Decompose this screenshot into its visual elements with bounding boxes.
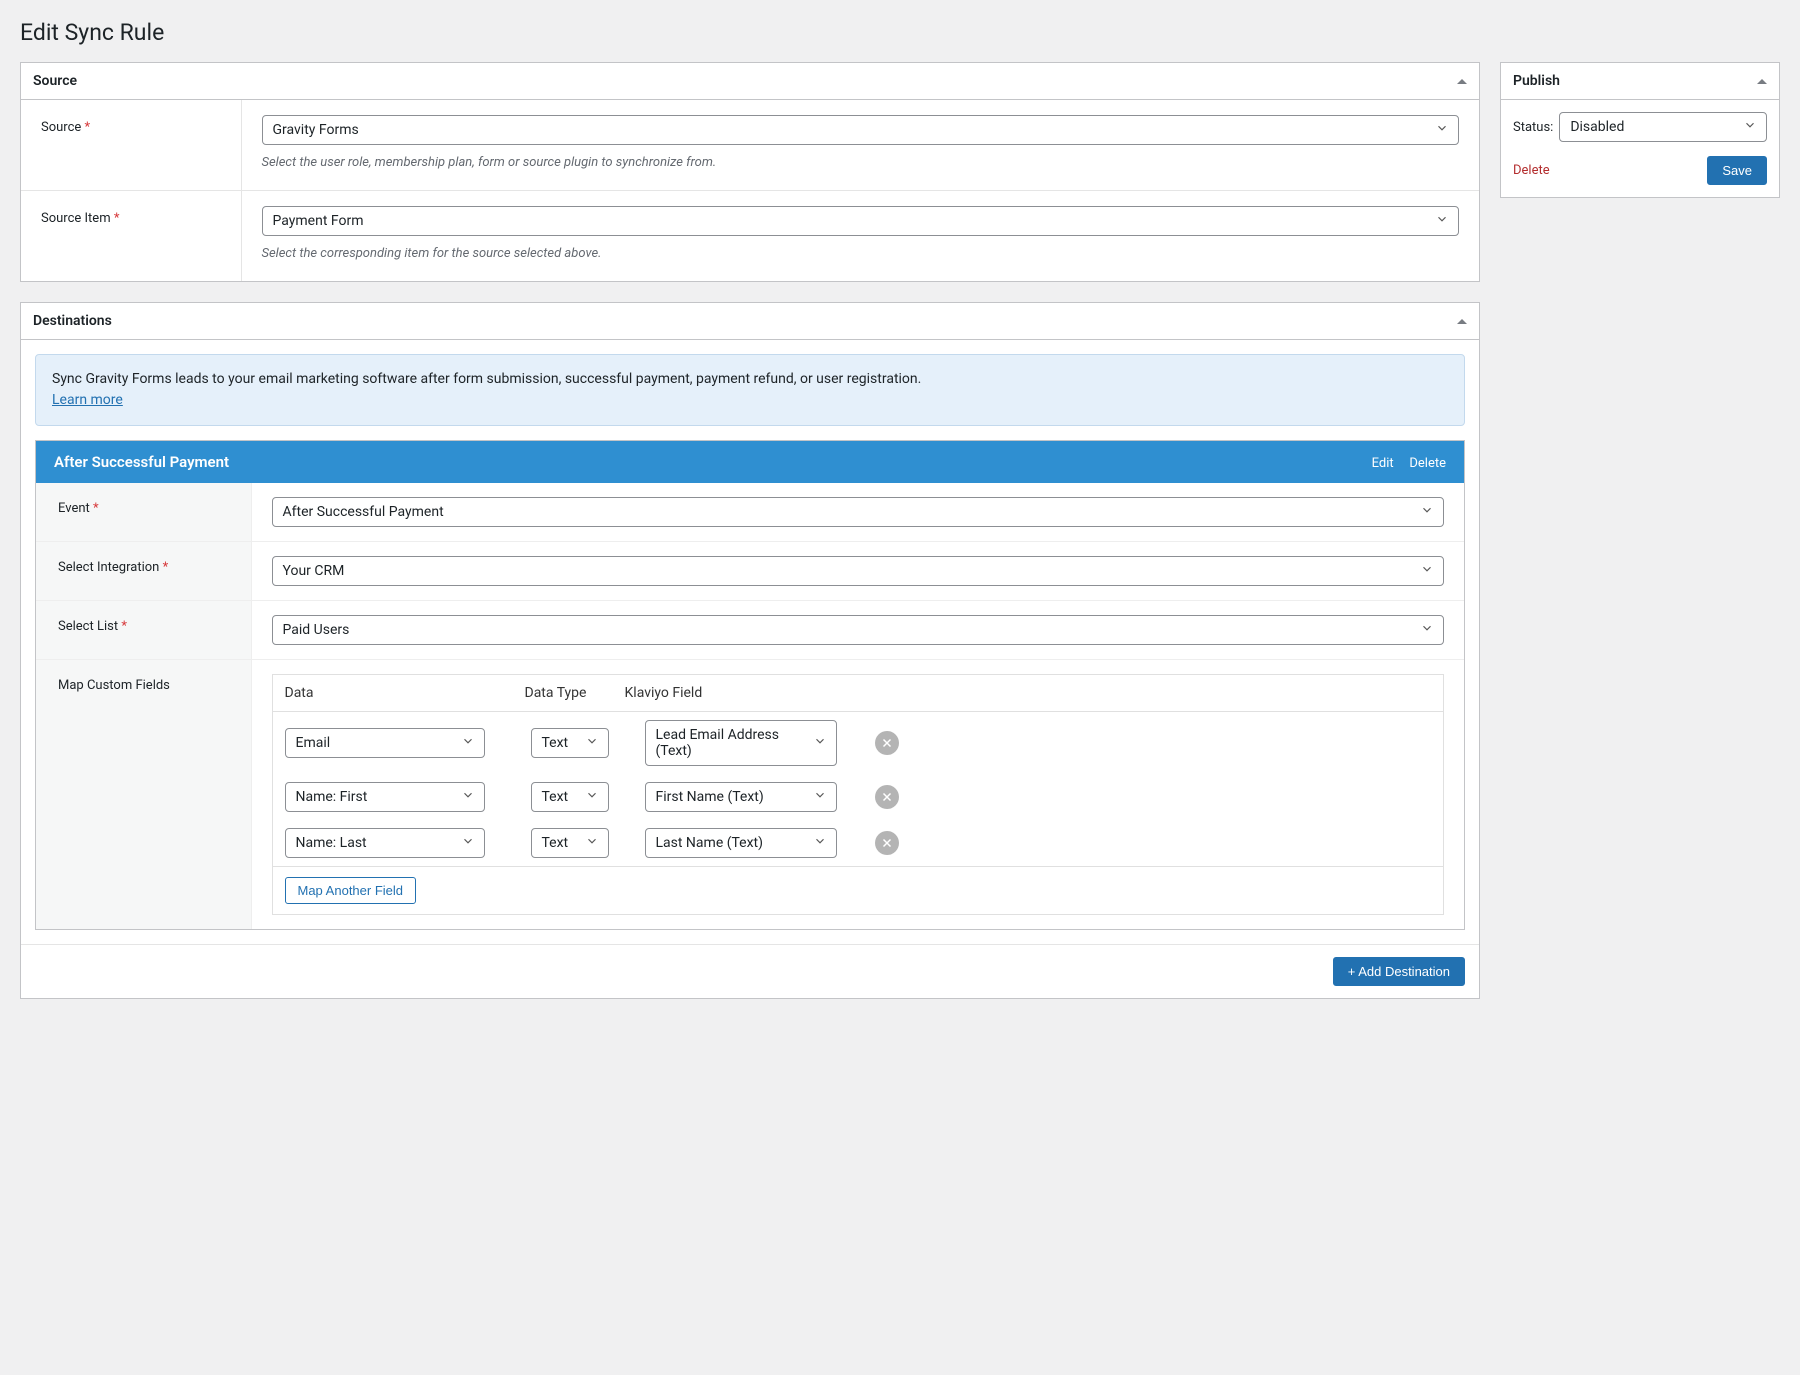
map-target-value: Lead Email Address (Text) [656, 727, 806, 759]
source-help: Select the user role, membership plan, f… [262, 155, 1460, 170]
map-target-select[interactable]: Lead Email Address (Text) [645, 720, 837, 766]
event-select[interactable]: After Successful Payment [272, 497, 1445, 527]
source-select[interactable]: Gravity Forms [262, 115, 1460, 145]
map-type-value: Text [542, 835, 569, 851]
map-data-select[interactable]: Name: First [285, 782, 485, 812]
map-type-value: Text [542, 789, 569, 805]
map-data-value: Name: First [296, 789, 368, 805]
required-marker: * [163, 560, 169, 575]
map-type-select[interactable]: Text [531, 828, 609, 858]
source-item-select[interactable]: Payment Form [262, 206, 1460, 236]
status-label: Status: [1513, 120, 1553, 135]
destination-title: After Successful Payment [54, 453, 229, 471]
map-type-select[interactable]: Text [531, 728, 609, 758]
remove-row-button[interactable] [875, 785, 899, 809]
map-row: Name: Last Text Last Name (Text) [273, 820, 1444, 866]
save-button[interactable]: Save [1707, 156, 1767, 185]
map-data-value: Email [296, 735, 331, 751]
integration-label: Select Integration [58, 560, 159, 575]
map-col-type: Data Type [525, 685, 625, 701]
status-select-value: Disabled [1570, 119, 1624, 135]
map-row: Email Text Lead Email Address (Text) [273, 712, 1444, 774]
map-fields-label: Map Custom Fields [58, 678, 170, 693]
integration-select-value: Your CRM [283, 563, 345, 579]
publish-panel: Publish Status: Disabled De [1500, 62, 1780, 198]
map-data-value: Name: Last [296, 835, 367, 851]
learn-more-link[interactable]: Learn more [52, 392, 123, 408]
status-select[interactable]: Disabled [1559, 112, 1767, 142]
destination-edit-link[interactable]: Edit [1372, 456, 1394, 471]
source-item-help: Select the corresponding item for the so… [262, 246, 1460, 261]
required-marker: * [93, 501, 99, 516]
map-col-data: Data [285, 685, 525, 701]
add-destination-button[interactable]: + Add Destination [1333, 957, 1465, 986]
remove-row-button[interactable] [875, 731, 899, 755]
map-type-select[interactable]: Text [531, 782, 609, 812]
collapse-icon[interactable] [1457, 79, 1467, 84]
map-fields-table: Data Data Type Klaviyo Field Email Text Le… [272, 674, 1445, 915]
required-marker: * [114, 211, 120, 226]
destinations-panel-title: Destinations [33, 313, 112, 329]
map-target-select[interactable]: First Name (Text) [645, 782, 837, 812]
map-data-select[interactable]: Name: Last [285, 828, 485, 858]
list-label: Select List [58, 619, 118, 634]
source-panel-title: Source [33, 73, 77, 89]
source-label: Source [41, 120, 81, 135]
map-target-select[interactable]: Last Name (Text) [645, 828, 837, 858]
collapse-icon[interactable] [1757, 79, 1767, 84]
map-another-field-button[interactable]: Map Another Field [285, 877, 417, 904]
info-notice-text: Sync Gravity Forms leads to your email m… [52, 371, 921, 387]
event-label: Event [58, 501, 90, 516]
integration-select[interactable]: Your CRM [272, 556, 1445, 586]
source-item-select-value: Payment Form [273, 213, 364, 229]
list-select[interactable]: Paid Users [272, 615, 1445, 645]
event-select-value: After Successful Payment [283, 504, 444, 520]
source-panel: Source Source * Gravity Forms [20, 62, 1480, 282]
map-target-value: First Name (Text) [656, 789, 764, 805]
map-row: Name: First Text First Name (Text) [273, 774, 1444, 820]
remove-row-button[interactable] [875, 831, 899, 855]
destinations-panel: Destinations Sync Gravity Forms leads to… [20, 302, 1480, 999]
map-target-value: Last Name (Text) [656, 835, 764, 851]
source-select-value: Gravity Forms [273, 122, 359, 138]
list-select-value: Paid Users [283, 622, 350, 638]
destination-delete-link[interactable]: Delete [1409, 456, 1446, 471]
page-title: Edit Sync Rule [20, 10, 1780, 50]
collapse-icon[interactable] [1457, 319, 1467, 324]
info-notice: Sync Gravity Forms leads to your email m… [35, 354, 1465, 426]
map-type-value: Text [542, 735, 569, 751]
map-data-select[interactable]: Email [285, 728, 485, 758]
required-marker: * [121, 619, 127, 634]
required-marker: * [85, 120, 91, 135]
map-col-target: Klaviyo Field [625, 685, 1432, 701]
publish-panel-title: Publish [1513, 73, 1560, 89]
source-item-label: Source Item [41, 211, 111, 226]
delete-link[interactable]: Delete [1513, 163, 1550, 178]
destination-block: After Successful Payment Edit Delete Eve… [35, 440, 1465, 930]
